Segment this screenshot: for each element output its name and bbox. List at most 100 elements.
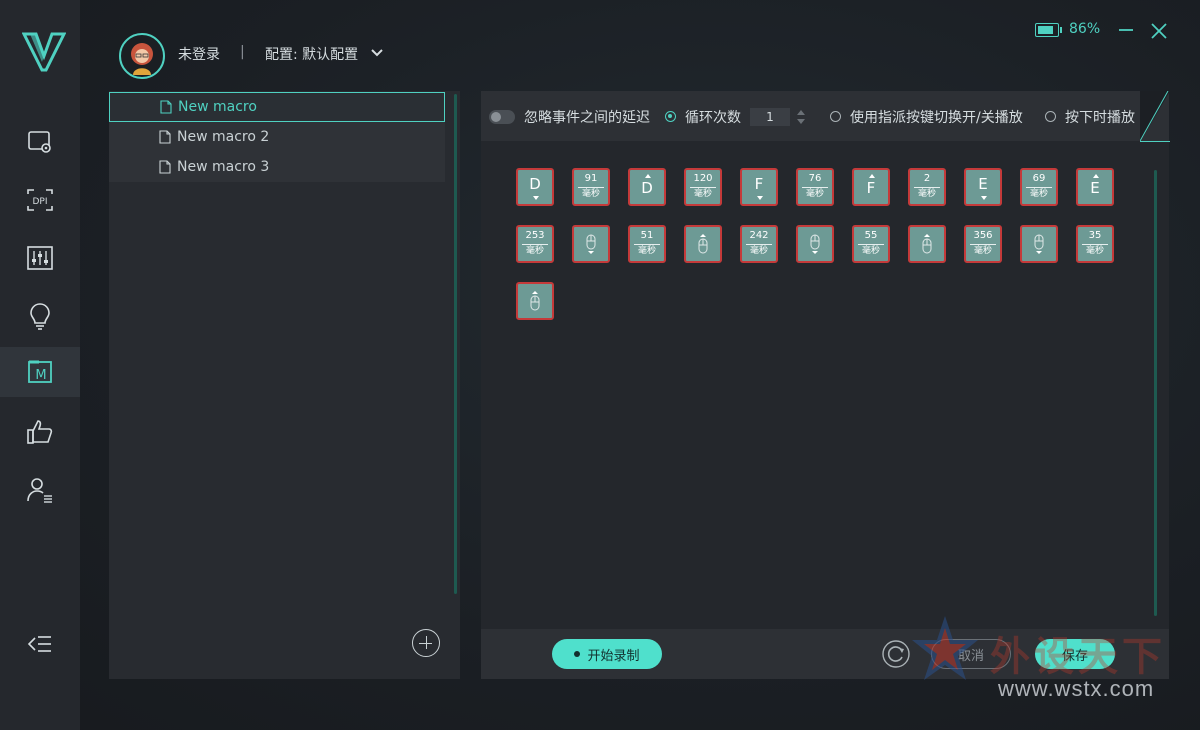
hold-play-radio[interactable]: [1045, 111, 1056, 122]
avatar[interactable]: [119, 33, 165, 79]
collapse-menu-icon: [27, 636, 51, 652]
toggle-play-label: 使用指派按键切换开/关播放: [850, 110, 1023, 126]
macro-list-item[interactable]: New macro 3: [109, 152, 445, 182]
monitor-settings-icon: [28, 131, 51, 153]
nav-collapse[interactable]: [0, 619, 80, 669]
record-dot-icon: [574, 651, 581, 657]
delay-event-tile[interactable]: 51 毫秒: [628, 225, 666, 263]
file-icon: [159, 160, 171, 174]
nav-item-lighting[interactable]: [0, 291, 80, 341]
refresh-icon[interactable]: [882, 640, 910, 668]
delay-value: 356: [973, 230, 993, 241]
delay-unit: 毫秒: [690, 187, 716, 200]
delay-unit: 毫秒: [970, 244, 996, 257]
mouse-event-tile[interactable]: [684, 225, 722, 263]
ignore-delay-toggle[interactable]: [489, 110, 515, 124]
delay-value: 2: [923, 173, 931, 184]
mouse-up-icon: [530, 291, 540, 311]
watermark-url: www.wstx.com: [998, 676, 1155, 701]
file-icon: [159, 130, 171, 144]
lightbulb-icon: [30, 303, 50, 330]
macro-icon: M: [28, 360, 52, 383]
macro-name: New macro 2: [177, 129, 270, 145]
delay-event-tile[interactable]: 120 毫秒: [684, 168, 722, 206]
app-window: DPI M 未登录 | 配置: 默认配置 86% New macro New m…: [0, 0, 1200, 730]
file-icon: [160, 100, 172, 114]
nav-item-display-settings[interactable]: [0, 117, 80, 167]
toolbar-corner-accent: [1140, 91, 1170, 142]
arrow-down-icon: [757, 196, 763, 200]
delay-value: 91: [584, 173, 598, 184]
hold-play-label: 按下时播放: [1065, 110, 1135, 126]
event-canvas-scrollbar[interactable]: [1154, 170, 1157, 616]
macro-name: New macro 3: [177, 159, 270, 175]
delay-unit: 毫秒: [746, 244, 772, 257]
nav-item-account[interactable]: [0, 465, 80, 515]
mouse-event-tile[interactable]: [1020, 225, 1058, 263]
delay-event-tile[interactable]: 91 毫秒: [572, 168, 610, 206]
header-separator: |: [240, 44, 245, 60]
macro-list-item[interactable]: New macro 2: [109, 122, 445, 152]
add-macro-button[interactable]: [412, 629, 440, 657]
macro-list-scrollbar[interactable]: [454, 94, 457, 594]
key-event-tile[interactable]: D: [628, 168, 666, 206]
delay-event-tile[interactable]: 242 毫秒: [740, 225, 778, 263]
key-event-tile[interactable]: F: [740, 168, 778, 206]
delay-value: 253: [525, 230, 545, 241]
delay-value: 76: [808, 173, 822, 184]
delay-value: 69: [1032, 173, 1046, 184]
key-label: F: [754, 175, 764, 193]
delay-value: 55: [864, 230, 878, 241]
delay-event-tile[interactable]: 2 毫秒: [908, 168, 946, 206]
delay-value: 120: [693, 173, 713, 184]
start-record-button[interactable]: 开始录制: [552, 639, 662, 669]
loop-count-radio[interactable]: [665, 111, 676, 122]
delay-event-tile[interactable]: 69 毫秒: [1020, 168, 1058, 206]
chevron-down-icon[interactable]: [370, 48, 384, 58]
delay-event-tile[interactable]: 253 毫秒: [516, 225, 554, 263]
minimize-icon[interactable]: [1118, 24, 1134, 36]
equalizer-icon: [27, 246, 53, 270]
key-event-tile[interactable]: E: [964, 168, 1002, 206]
mouse-down-icon: [1034, 234, 1044, 254]
delay-event-tile[interactable]: 55 毫秒: [852, 225, 890, 263]
mouse-event-tile[interactable]: [796, 225, 834, 263]
dpi-icon-label: DPI: [32, 197, 47, 207]
mouse-up-icon: [922, 234, 932, 254]
watermark-text: 外设天下: [990, 634, 1166, 680]
arrow-up-icon: [869, 174, 875, 178]
loop-count-label: 循环次数: [685, 110, 741, 126]
key-event-tile[interactable]: F: [852, 168, 890, 206]
key-label: D: [529, 175, 541, 193]
key-event-tile[interactable]: D: [516, 168, 554, 206]
battery-icon: [1035, 23, 1062, 37]
toggle-play-radio[interactable]: [830, 111, 841, 122]
loop-count-stepper[interactable]: [796, 108, 806, 126]
profile-selector-label[interactable]: 配置: 默认配置: [265, 44, 358, 64]
arrow-up-icon: [1093, 174, 1099, 178]
start-record-label: 开始录制: [587, 648, 640, 664]
loop-count-input[interactable]: 1: [750, 108, 790, 126]
delay-unit: 毫秒: [914, 187, 940, 200]
delay-event-tile[interactable]: 356 毫秒: [964, 225, 1002, 263]
mouse-event-tile[interactable]: [572, 225, 610, 263]
key-event-tile[interactable]: E: [1076, 168, 1114, 206]
battery-fill: [1038, 26, 1054, 34]
nav-item-rating[interactable]: [0, 407, 80, 457]
nav-rail: DPI M: [0, 0, 80, 730]
delay-event-tile[interactable]: 35 毫秒: [1076, 225, 1114, 263]
nav-item-buttons[interactable]: [0, 233, 80, 283]
mouse-event-tile[interactable]: [516, 282, 554, 320]
ignore-delay-label: 忽略事件之间的延迟: [524, 110, 650, 126]
mouse-event-tile[interactable]: [908, 225, 946, 263]
close-icon[interactable]: [1150, 22, 1168, 40]
key-label: E: [978, 175, 988, 193]
login-status[interactable]: 未登录: [178, 44, 220, 64]
nav-item-dpi[interactable]: DPI: [0, 175, 80, 225]
mouse-down-icon: [810, 234, 820, 254]
nav-item-macro[interactable]: M: [0, 347, 80, 397]
macro-icon-label: M: [35, 368, 46, 383]
brand-logo: [22, 32, 66, 72]
macro-list-item[interactable]: New macro: [109, 92, 445, 122]
delay-event-tile[interactable]: 76 毫秒: [796, 168, 834, 206]
